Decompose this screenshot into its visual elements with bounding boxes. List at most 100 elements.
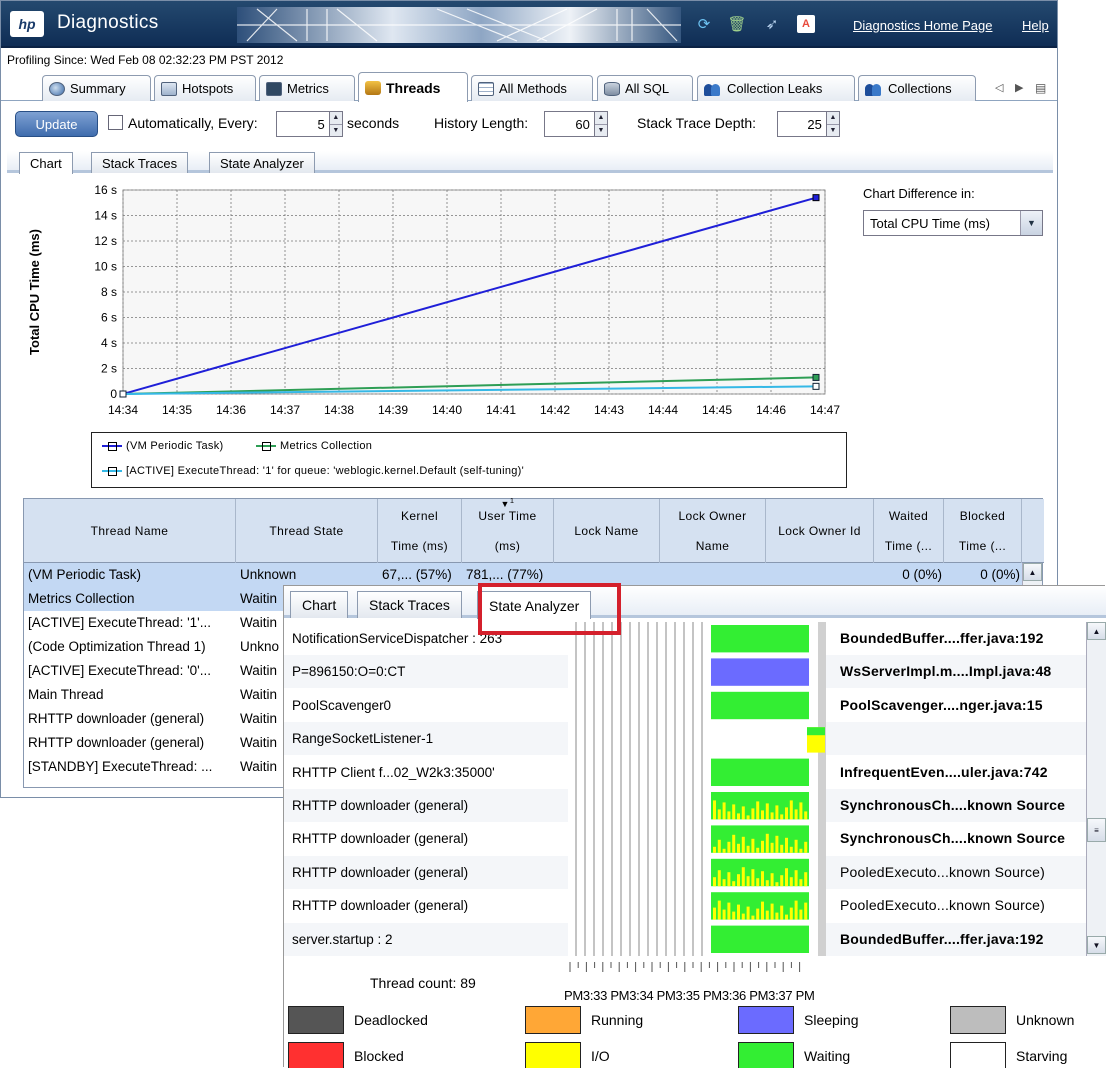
header-line: Time (ms)	[390, 539, 449, 553]
chart-difference-label: Chart Difference in:	[863, 186, 975, 201]
io-spike	[737, 813, 740, 820]
subtab-state-analyzer[interactable]: State Analyzer	[209, 152, 315, 173]
io-spike	[727, 872, 731, 887]
state-bar	[711, 825, 809, 853]
io-spike	[804, 811, 808, 820]
spin-up-icon[interactable]: ▲	[329, 112, 342, 125]
y-tick-label: 6 s	[101, 311, 117, 325]
y-tick-label: 12 s	[94, 234, 117, 248]
io-spike	[717, 870, 721, 887]
y-tick-label: 4 s	[101, 336, 117, 350]
series-point	[119, 390, 127, 398]
col-user-time[interactable]: ▼1 User Time (ms)	[462, 496, 554, 563]
home-page-link[interactable]: Diagnostics Home Page	[853, 18, 992, 33]
col-thread-name[interactable]: Thread Name	[24, 499, 236, 563]
thread-name: server.startup : 2	[292, 931, 393, 947]
thread-name: NotificationServiceDispatcher : 263	[292, 631, 503, 646]
thread-name: PoolScavenger0	[292, 697, 392, 713]
header-line: Blocked	[959, 509, 1006, 523]
cell-name: [ACTIVE] ExecuteThread: '0'...	[28, 663, 211, 678]
subtab-stack-traces[interactable]: Stack Traces	[91, 152, 189, 173]
timeline-axis-labels: PM3:33 PM3:34 PM3:35 PM3:36 PM3:37 PM	[564, 988, 815, 1003]
spinner-value[interactable]: 25	[777, 111, 826, 137]
y-axis-label: Total CPU Time (ms)	[27, 229, 42, 355]
auto-interval-spinner[interactable]: 5 ▲ ▼	[276, 111, 343, 137]
legend-label: Starving	[1016, 1048, 1068, 1064]
spin-down-icon[interactable]: ▼	[827, 125, 839, 137]
scroll-down-icon[interactable]: ▼	[1087, 936, 1106, 954]
legend-item-deadlocked: Deadlocked	[288, 1006, 428, 1034]
tab-all-methods[interactable]: All Methods	[471, 75, 593, 101]
scroll-up-icon[interactable]: ▲	[1087, 622, 1106, 640]
thread-name: RangeSocketListener-1	[292, 731, 434, 747]
state-bar	[711, 758, 809, 786]
io-spike	[722, 848, 726, 853]
spin-up-icon[interactable]: ▲	[594, 112, 607, 125]
spinner-value[interactable]: 60	[544, 111, 594, 137]
table-row[interactable]: (VM Periodic Task) Unknown 67,... (57%) 781…	[24, 563, 1024, 587]
auto-update-checkbox[interactable]	[108, 115, 123, 130]
tab-hotspots[interactable]: Hotspots	[154, 75, 256, 101]
tab-all-sql[interactable]: All SQL	[597, 75, 693, 101]
col-lock-owner-id[interactable]: Lock Owner Id	[766, 499, 874, 563]
stack-trace-label: PoolScavenger....nger.java:15	[840, 696, 1043, 713]
tab-collections[interactable]: Collections	[858, 75, 976, 101]
bird-icon[interactable]: ➶	[763, 15, 781, 33]
col-kernel-time[interactable]: Kernel Time (ms)	[378, 499, 462, 563]
cell-name: RHTTP downloader (general)	[28, 735, 205, 750]
pdf-icon[interactable]: A	[797, 15, 815, 33]
history-length-label: History Length:	[434, 115, 529, 131]
legend-item-running: Running	[525, 1006, 643, 1034]
state-bar	[711, 925, 809, 953]
tab-list-icon[interactable]: ▤	[1035, 81, 1046, 95]
col-lock-owner-name[interactable]: Lock Owner Name	[660, 499, 766, 563]
io-spike	[761, 810, 764, 820]
main-tab-bar: Summary Hotspots Metrics Threads All Met…	[1, 71, 1057, 102]
y-tick-label: 2 s	[101, 362, 117, 376]
tab-collection-leaks[interactable]: Collection Leaks	[697, 75, 855, 101]
io-spike	[741, 836, 745, 853]
tab-metrics[interactable]: Metrics	[259, 75, 355, 101]
scroll-thumb[interactable]: ≡	[1087, 818, 1106, 842]
y-tick-label: 0	[110, 387, 117, 401]
io-spike	[713, 877, 716, 887]
cell-name: [STANDBY] ExecuteThread: ...	[28, 759, 213, 774]
subtab-chart[interactable]: Chart	[19, 152, 73, 174]
io-spike	[741, 867, 745, 887]
cell-name: (Code Optimization Thread 1)	[28, 639, 206, 654]
legend-swatch	[525, 1042, 581, 1068]
state-analyzer-scrollbar[interactable]: ▲ ≡ ▼	[1086, 622, 1106, 956]
spin-down-icon[interactable]: ▼	[595, 125, 607, 137]
io-spike	[765, 833, 769, 853]
col-lock-name[interactable]: Lock Name	[554, 499, 660, 563]
tab-threads[interactable]: Threads	[358, 72, 468, 102]
tab-scroll-left-icon[interactable]: ◁	[995, 81, 1003, 94]
tab-summary[interactable]: Summary	[42, 75, 151, 101]
state-analyzer-panel: Chart Stack Traces State Analyzer Notifi…	[284, 586, 1106, 1068]
update-button[interactable]: Update	[15, 111, 98, 137]
x-tick-label: 14:41	[486, 403, 516, 417]
subtab-chart[interactable]: Chart	[290, 591, 349, 618]
spin-up-icon[interactable]: ▲	[826, 112, 839, 125]
col-thread-state[interactable]: Thread State	[236, 499, 378, 563]
legend-label: Metrics Collection	[280, 440, 373, 452]
trash-icon[interactable]: 🗑	[727, 15, 746, 33]
legend-label: Deadlocked	[354, 1012, 428, 1028]
cell-waited: 0 (0%)	[902, 567, 942, 582]
col-blocked-time[interactable]: Blocked Time (...	[944, 499, 1022, 563]
scroll-up-icon[interactable]: ▲	[1023, 563, 1042, 581]
stack-depth-spinner[interactable]: 25 ▲ ▼	[777, 111, 840, 137]
chart-difference-select[interactable]: Total CPU Time (ms) ▼	[863, 210, 1043, 236]
spinner-value[interactable]: 5	[276, 111, 329, 137]
history-length-spinner[interactable]: 60 ▲ ▼	[544, 111, 608, 137]
subtab-state-analyzer[interactable]: State Analyzer	[477, 591, 592, 619]
help-link[interactable]: Help	[1022, 18, 1049, 33]
refresh-icon[interactable]: ⟳	[695, 15, 713, 33]
chevron-down-icon[interactable]: ▼	[1020, 211, 1042, 235]
spin-down-icon[interactable]: ▼	[330, 125, 342, 137]
tab-scroll-right-icon[interactable]: ▶	[1015, 81, 1023, 94]
subtab-stack-traces[interactable]: Stack Traces	[357, 591, 462, 618]
io-spike	[770, 873, 774, 887]
legend-item: Metrics Collection	[256, 440, 372, 452]
col-waited-time[interactable]: Waited Time (...	[874, 499, 944, 563]
